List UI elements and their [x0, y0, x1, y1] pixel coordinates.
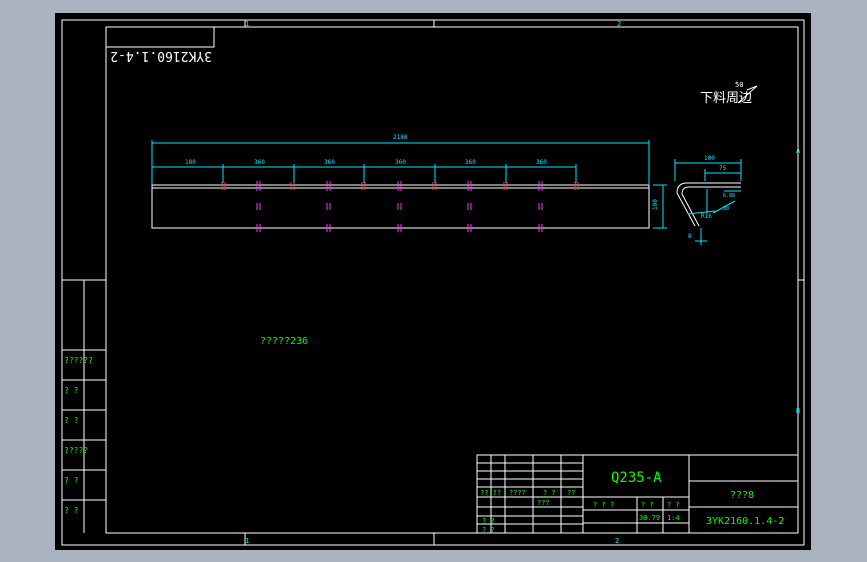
plate-elevation: 2180 180 360 360 360 360 360 100: [151, 134, 667, 232]
dim-pitch-4: 360: [465, 159, 476, 166]
dim-pitch-5: 360: [536, 159, 547, 166]
lower-left-2: ???: [537, 499, 550, 507]
dim-section-width: 100: [704, 155, 715, 162]
qty-label-1: ? ?: [641, 501, 654, 509]
section-view: 100 75 6.88 R16 20 8: [674, 155, 742, 245]
title-block: Q235-A ???8 3YK2160.1.4-2 ? ? ? ? ? ? ? …: [476, 454, 799, 534]
dim-section-bend: R16: [701, 213, 712, 220]
left-strip-cell-1: ??????: [64, 356, 93, 365]
mirrored-stamp: 3YK2160.1.4-2: [110, 48, 212, 63]
zone-label-bottom-1: 1: [245, 537, 249, 545]
sign-row-1: ?? ??: [480, 489, 501, 497]
qty-label-2: ? ?: [667, 501, 680, 509]
mass-label: ? ? ?: [593, 501, 614, 509]
dim-section-thk: 8: [688, 233, 692, 240]
left-strip: ?????? ? ? ? ? ????? ? ? ? ?: [62, 279, 106, 533]
dim-section-small: 6.88: [723, 193, 735, 199]
drawing-canvas: 1 2 1 2 A B 3YK2160.1.4-2 下料周边 50 2180 1…: [61, 19, 805, 546]
outer-frame: [61, 19, 805, 546]
left-strip-cell-4: ?????: [64, 446, 88, 455]
left-strip-cell-3: ? ?: [64, 416, 79, 425]
process-note: 下料周边: [700, 91, 752, 106]
sign-row-2: ????: [509, 489, 526, 497]
roughness-value: 50: [735, 81, 743, 89]
zone-label-right-b: B: [796, 407, 800, 415]
zone-label-right-a: A: [796, 147, 801, 155]
dim-section-flange: 75: [719, 165, 727, 172]
zone-label-top-1: 1: [245, 20, 249, 28]
dim-pitch-1: 360: [254, 159, 265, 166]
left-strip-cell-2: ? ?: [64, 386, 79, 395]
left-strip-cell-6: ? ?: [64, 506, 79, 515]
dim-pitch-first: 180: [185, 159, 196, 166]
lower-left-1: ? ?: [482, 517, 495, 525]
dim-pitch-3: 360: [395, 159, 406, 166]
lower-left-3: ? ?: [482, 526, 495, 534]
inner-frame: [105, 26, 799, 534]
dim-pitch-2: 360: [324, 159, 335, 166]
dim-height: 100: [652, 199, 659, 210]
zone-label-top-2: 2: [617, 20, 621, 28]
ratio-value: 1:4: [667, 514, 680, 522]
dim-section-angle: 20: [723, 206, 729, 212]
cad-viewport[interactable]: 1 2 1 2 A B 3YK2160.1.4-2 下料周边 50 2180 1…: [55, 13, 811, 550]
weight-value: 30.79: [639, 514, 660, 522]
sign-row-3: ? ?: [543, 489, 556, 497]
material-text: Q235-A: [611, 470, 662, 486]
scale-label: ???8: [730, 490, 754, 501]
text-note: ?????236: [260, 336, 308, 347]
left-strip-cell-5: ? ?: [64, 476, 79, 485]
drawing-number: 3YK2160.1.4-2: [706, 516, 784, 527]
dim-overall-length: 2180: [393, 134, 408, 141]
sign-row-4: ??: [567, 489, 575, 497]
zone-label-bottom-2: 2: [615, 537, 619, 545]
